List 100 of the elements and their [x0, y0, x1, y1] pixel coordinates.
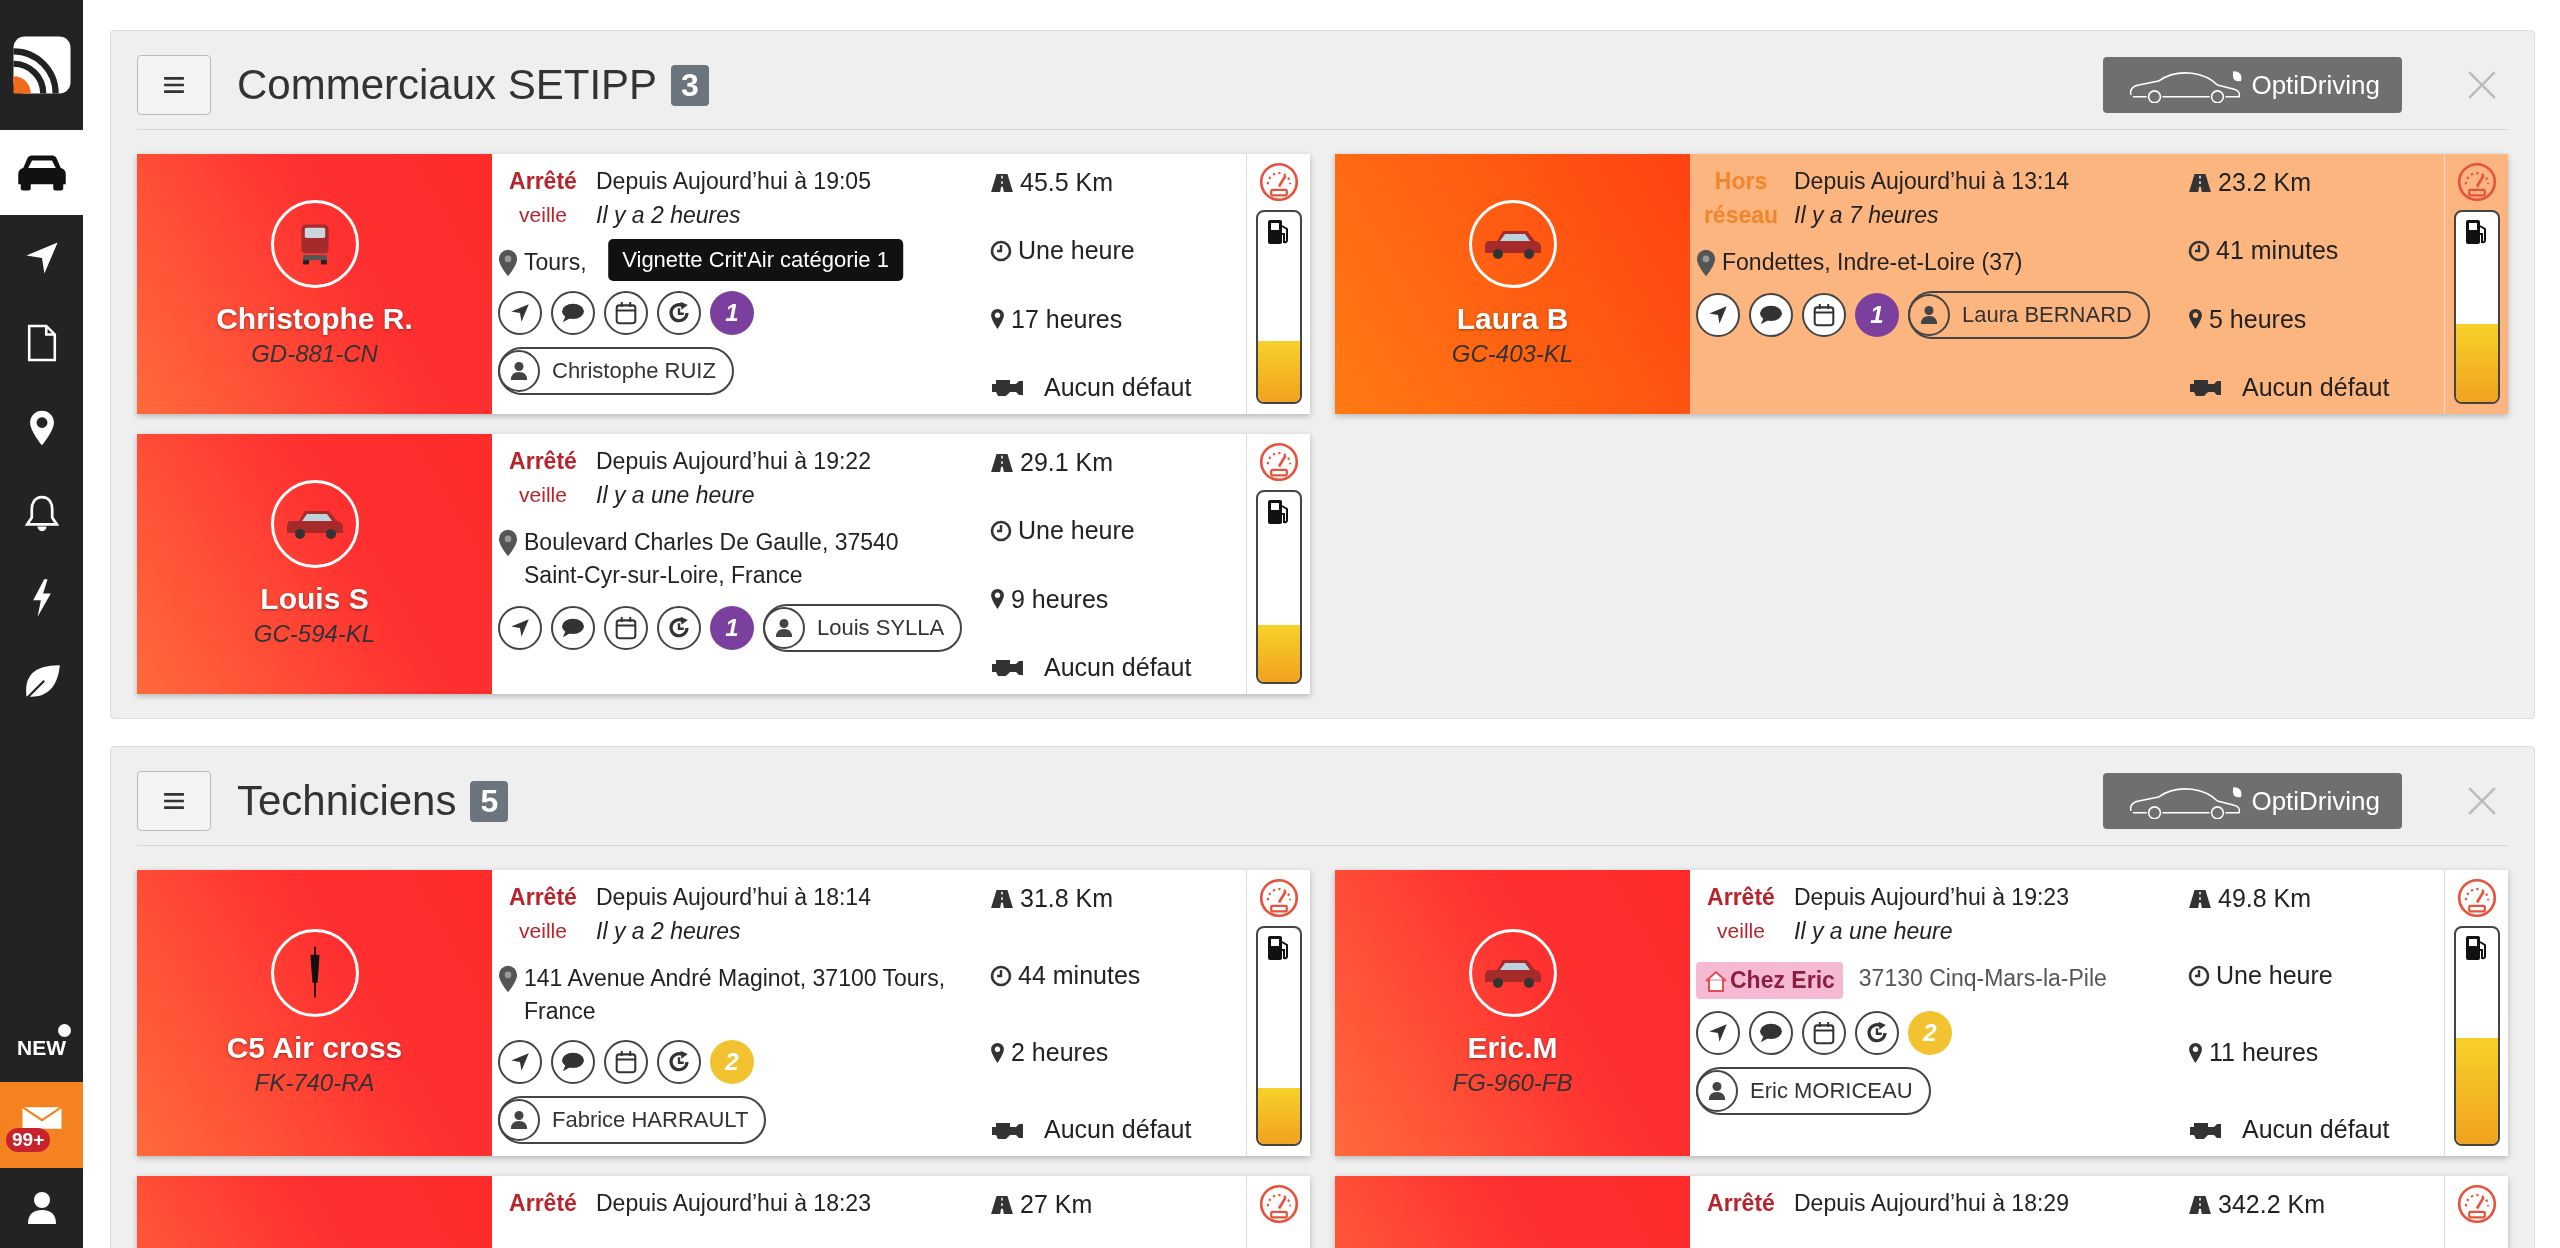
calendar-button[interactable] — [1802, 1011, 1846, 1055]
vehicle-card[interactable]: Christophe R. GD-881-CN Arrêté veille Depuis Aujourd’hui à 19:05 Il y a 2 heures Tours, 1 Vignette Crit'Air catégorie 1 Christophe RUIZ 45.5 Km Une heure 17 heures Aucun défaut — [137, 154, 1310, 414]
message-button[interactable] — [551, 291, 595, 335]
speedometer-icon — [1258, 1184, 1299, 1224]
chat-icon — [1758, 1022, 1784, 1044]
vehicle-card[interactable]: Arrêté Depuis Aujourd’hui à 18:23 27 Km — [137, 1176, 1310, 1248]
chat-icon — [1758, 304, 1784, 326]
vehicle-card[interactable]: Eric.M FG-960-FB Arrêté veille Depuis Aujourd’hui à 19:23 Il y a une heure Chez Eric 37130 Cinq-Mars-la-Pile 2 Eric MORICEAU 49.8 Km Une heure 11 heures Aucun défaut — [1335, 870, 2508, 1156]
chat-icon — [560, 1051, 586, 1073]
since-text: Depuis Aujourd’hui à 19:22 — [596, 447, 871, 476]
driver-chip[interactable]: Louis SYLLA — [763, 604, 963, 652]
optidriving-button[interactable]: OptiDriving — [2103, 57, 2402, 113]
chat-icon — [560, 617, 586, 639]
count-badge: 3 — [671, 64, 709, 106]
road-icon — [2188, 172, 2212, 193]
menu-icon — [163, 792, 185, 810]
close-icon — [2466, 785, 2498, 817]
history-button[interactable] — [657, 606, 701, 650]
status-label: Arrêté — [1707, 1189, 1775, 1218]
license-plate: FG-960-FB — [1452, 1069, 1573, 1097]
menu-button[interactable] — [137, 55, 211, 115]
status-label: Arrêté — [509, 1189, 577, 1218]
calendar-button[interactable] — [604, 606, 648, 650]
history-button[interactable] — [657, 291, 701, 335]
person-icon — [1696, 1070, 1738, 1112]
navigate-button[interactable] — [498, 291, 542, 335]
status-label: Hors réseau — [1702, 167, 1780, 230]
since-text: Depuis Aujourd’hui à 19:05 — [596, 167, 871, 196]
navigate-button[interactable] — [498, 606, 542, 650]
status-sublabel: veille — [519, 918, 567, 944]
driver-chip[interactable]: Eric MORICEAU — [1696, 1067, 1931, 1115]
fuel-pump-icon — [1265, 218, 1290, 246]
critair-sticker[interactable]: 1 — [710, 606, 754, 650]
vehicle-card[interactable]: C5 Air cross FK-740-RA Arrêté veille Depuis Aujourd’hui à 18:14 Il y a 2 heures 141 Avenue André Maginot, 37100 Tours, France 2 Fabrice HARRAULT 31.8 Km 44 minutes 2 heures Aucun défaut — [137, 870, 1310, 1156]
elapsed-text: Il y a 7 heures — [1794, 201, 1940, 230]
group-title: Commerciaux SETIPP — [237, 61, 658, 109]
mail-count-badge: 99+ — [6, 1128, 51, 1152]
person-icon — [1908, 294, 1950, 336]
home-icon — [1704, 969, 1728, 992]
car-icon[interactable] — [0, 130, 83, 215]
location-pin-icon — [2188, 308, 2203, 331]
vehicle-card[interactable]: Arrêté Depuis Aujourd’hui à 18:29 342.2 Km — [1335, 1176, 2508, 1248]
driver-chip[interactable]: Christophe RUIZ — [498, 347, 734, 395]
car-icon — [270, 480, 359, 568]
message-button[interactable] — [551, 1040, 595, 1084]
distance-text: 29.1 Km — [1020, 448, 1114, 477]
location-pin-icon — [1696, 249, 1716, 277]
speedometer-icon — [2456, 162, 2497, 202]
vehicle-name: Louis S — [260, 582, 369, 616]
vehicle-name: Laura B — [1456, 302, 1569, 336]
car-icon — [1468, 929, 1557, 1017]
location-pin-icon — [498, 249, 518, 277]
message-button[interactable] — [1749, 293, 1793, 337]
vehicle-name: C5 Air cross — [226, 1031, 403, 1065]
location-pin-icon — [990, 588, 1005, 611]
message-button[interactable] — [1749, 1011, 1793, 1055]
address-text: 141 Avenue André Maginot, 37100 Tours, France — [524, 964, 946, 1026]
navigate-button[interactable] — [498, 1040, 542, 1084]
calendar-icon — [615, 1050, 637, 1074]
calendar-icon — [1813, 1021, 1835, 1045]
critair-sticker[interactable]: 1 — [710, 291, 754, 335]
menu-button[interactable] — [137, 771, 211, 831]
new-label[interactable]: NEW — [17, 1036, 66, 1060]
history-button[interactable] — [657, 1040, 701, 1084]
duration-text: Une heure — [1018, 236, 1135, 266]
mail-button[interactable]: 99+ — [0, 1082, 83, 1168]
fuel-pump-icon — [2463, 218, 2488, 246]
vehicle-card[interactable]: Louis S GC-594-KL Arrêté veille Depuis Aujourd’hui à 19:22 Il y a une heure Boulevard Charles De Gaulle, 37540 Saint-Cyr-sur-Loire, France 1 Louis SYLLA 29.1 Km Une heure 9 heures Aucun défaut — [137, 434, 1310, 694]
status-label: Arrêté — [509, 883, 577, 912]
vehicle-card[interactable]: Laura B GC-403-KL Hors réseau Depuis Aujourd’hui à 13:14 Il y a 7 heures Fondettes, Indre-et-Loire (37) 1 Laura BERNARD 23.2 Km 41 minutes 5 heures Aucun défaut — [1335, 154, 2508, 414]
navigate-icon — [509, 617, 531, 639]
speedometer-icon — [1258, 878, 1299, 918]
history-button[interactable] — [1855, 1011, 1899, 1055]
person-icon — [763, 607, 805, 649]
calendar-button[interactable] — [1802, 293, 1846, 337]
status-label: Arrêté — [509, 447, 577, 476]
message-button[interactable] — [551, 606, 595, 650]
since-text: Depuis Aujourd’hui à 18:23 — [596, 1189, 871, 1218]
road-icon — [990, 1194, 1014, 1215]
optidriving-button[interactable]: OptiDriving — [2103, 773, 2402, 829]
navigate-button[interactable] — [1696, 1011, 1740, 1055]
calendar-button[interactable] — [604, 1040, 648, 1084]
since-text: Depuis Aujourd’hui à 19:23 — [1794, 883, 2069, 912]
navigate-button[interactable] — [1696, 293, 1740, 337]
elapsed-text: Il y a 2 heures — [596, 917, 742, 946]
menu-icon — [163, 76, 185, 94]
distance-text: 45.5 Km — [1020, 168, 1114, 197]
stop-time-text: 17 heures — [1011, 304, 1123, 334]
location-pin-icon — [2188, 1041, 2203, 1064]
clock-icon — [2188, 964, 2210, 987]
license-plate: GD-881-CN — [251, 340, 378, 368]
clock-icon — [990, 239, 1012, 262]
location-pin-icon — [990, 308, 1005, 331]
duration-text: 44 minutes — [1018, 961, 1141, 990]
distance-text: 23.2 Km — [2218, 168, 2312, 197]
critair-sticker[interactable]: 1 — [1855, 293, 1899, 337]
calendar-button[interactable] — [604, 291, 648, 335]
tooltip: Vignette Crit'Air catégorie 1 — [608, 239, 903, 281]
driver-chip[interactable]: Fabrice HARRAULT — [498, 1096, 767, 1144]
driver-chip[interactable]: Laura BERNARD — [1908, 291, 2150, 339]
